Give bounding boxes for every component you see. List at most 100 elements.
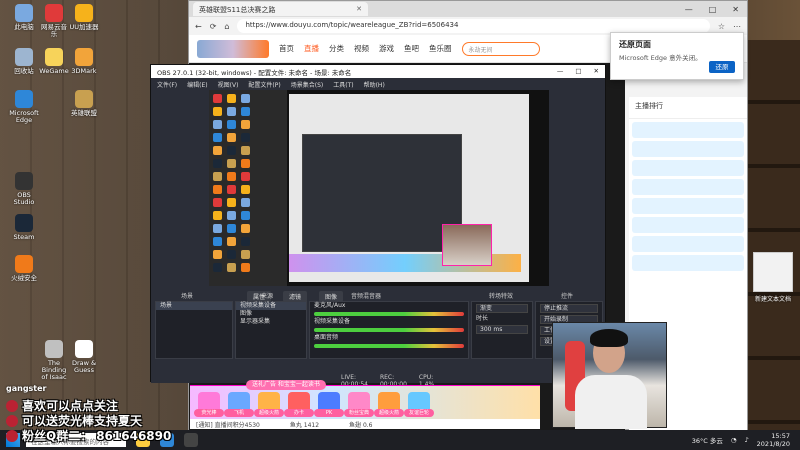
transition-select[interactable]: 渐变 [476,304,528,313]
banner-footer: [通知] 直播间积分4530 鱼丸 1412 鱼翅 0.6 [190,419,540,429]
qq-icon [6,429,18,442]
source-item[interactable]: 视频采集设备 [236,302,306,310]
gift-item[interactable]: 超级火箭 [254,392,284,417]
caption-line3-prefix: 粉丝Q群二： [22,429,93,443]
home-icon[interactable]: ⌂ [224,22,229,31]
maximize-button[interactable]: □ [709,5,717,14]
gift-item[interactable]: 粉丝宝典 [344,392,374,417]
gift-item[interactable]: 办卡 [284,392,314,417]
gift-item[interactable]: 超级火箭 [374,392,404,417]
menu-scene-collection[interactable]: 场景集合(S) [291,80,324,89]
chat-row [632,236,744,252]
obs-menu: 文件(F) 编辑(E) 视图(V) 配置文件(P) 场景集合(S) 工具(T) … [151,78,605,89]
rank-tab[interactable]: 主播排行 [635,102,663,110]
preview-desktop-icon [241,107,250,116]
menu-tools[interactable]: 工具(T) [333,80,353,89]
menu-edit[interactable]: 编辑(E) [187,80,207,89]
nav-video[interactable]: 视频 [354,43,369,54]
mixer-level[interactable] [314,328,464,332]
weather-label[interactable]: 36°C 多云 [692,435,723,445]
obs-minimize-button[interactable]: — [557,67,564,76]
gift-label: 飞机 [224,409,254,417]
desktop-icon[interactable]: 3DMark [68,48,100,75]
close-button[interactable]: ✕ [732,5,739,14]
menu-view[interactable]: 视图(V) [218,80,239,89]
nav-category[interactable]: 分类 [329,43,344,54]
volume-icon[interactable]: ♪ [745,436,749,444]
text-file-icon[interactable] [753,252,793,292]
chat-row [632,198,744,214]
network-icon[interactable]: ◔ [731,436,737,444]
desktop-icon[interactable]: The Binding of Isaac [38,340,70,381]
browser-tab[interactable]: 英雄联盟S11总决赛之路 ✕ [193,2,368,16]
site-search-input[interactable]: 永劫无间 [461,41,540,56]
back-icon[interactable]: ← [195,22,202,31]
extensions-icon[interactable]: ⋯ [733,22,741,31]
desktop-icon-label: Steam [13,233,35,241]
source-item[interactable]: 显示器采集 [236,318,306,326]
desktop-icon[interactable]: 火绒安全 [8,255,40,282]
url-field[interactable]: https://www.douyu.com/topic/weareleague_… [237,19,710,33]
app-icon [15,90,33,108]
gift-item[interactable]: 飞机 [224,392,254,417]
preview-desktop-icon [241,211,250,220]
favorites-icon[interactable]: ☆ [718,22,725,31]
site-logo[interactable] [197,39,269,58]
restore-button[interactable]: 还原 [709,61,735,73]
obs-close-button[interactable]: ✕ [594,67,599,76]
nav-live[interactable]: 直播 [304,43,319,54]
close-tab-icon[interactable]: ✕ [356,5,362,13]
preview-desktop-icon [213,133,222,142]
desktop-icon-label: 火绒安全 [11,274,37,282]
desktop-icon[interactable]: 网易云音乐 [38,4,70,38]
preview-desktop-icon [227,185,236,194]
nav-fishbar[interactable]: 鱼吧 [404,43,419,54]
preview-desktop-icon [227,224,236,233]
preview-desktop-icon [227,250,236,259]
nav-home[interactable]: 首页 [279,43,294,54]
gift-label: PK [314,409,344,417]
source-item[interactable]: 图像 [236,310,306,318]
gift-item[interactable]: PK [314,392,344,417]
mixer-level[interactable] [314,312,464,316]
duration-field[interactable]: 300 ms [476,325,528,334]
gift-label: 超级火箭 [254,409,284,417]
desktop-icon[interactable]: Steam [8,214,40,241]
obs-titlebar: OBS 27.0.1 (32-bit, windows) - 配置文件: 未命名… [151,65,605,78]
obs-maximize-button[interactable]: □ [575,67,581,76]
nav-fun[interactable]: 鱼乐圈 [429,43,452,54]
nav-games[interactable]: 游戏 [379,43,394,54]
mixer-level[interactable] [314,344,464,348]
gift-label: 友谊巨轮 [404,409,434,417]
menu-profile[interactable]: 配置文件(P) [248,80,280,89]
obs-taskbar-icon[interactable] [184,433,198,447]
mixer-channel-name: 麦克风/Aux [314,302,346,309]
desktop-icon[interactable]: 此电脑 [8,4,40,31]
minimize-button[interactable]: — [685,5,693,14]
scene-item[interactable]: 场景 [156,302,232,310]
app-icon [45,340,63,358]
chat-row [632,255,744,271]
menu-help[interactable]: 帮助(H) [364,80,385,89]
gift-item[interactable]: 友谊巨轮 [404,392,434,417]
refresh-icon[interactable]: ⟳ [210,22,217,31]
chat-row [632,141,744,157]
menu-file[interactable]: 文件(F) [157,80,177,89]
preview-webcam [442,224,492,266]
desktop-icon[interactable]: Microsoft Edge [8,90,40,124]
clock[interactable]: 15:57 2021/8/20 [757,432,790,448]
desktop-icon[interactable]: UU加速器 [68,4,100,31]
preview-desktop-icon [213,172,222,181]
desktop-icon-label: Microsoft Edge [9,109,39,124]
preview-desktop-icon [241,120,250,129]
obs-preview[interactable] [209,90,549,286]
stop-streaming-button[interactable]: 停止推流 [540,304,598,313]
desktop-icon-label: WeGame [39,67,69,75]
desktop-icon[interactable]: 回收站 [8,48,40,75]
desktop-icon[interactable]: WeGame [38,48,70,75]
desktop-icon[interactable]: 英雄联盟 [68,90,100,117]
gift-item[interactable]: 荧光棒 [194,392,224,417]
scenes-panel: 场景 [155,301,233,359]
desktop-icon[interactable]: OBS Studio [8,172,40,206]
desktop-icon[interactable]: Draw & Guess [68,340,100,374]
